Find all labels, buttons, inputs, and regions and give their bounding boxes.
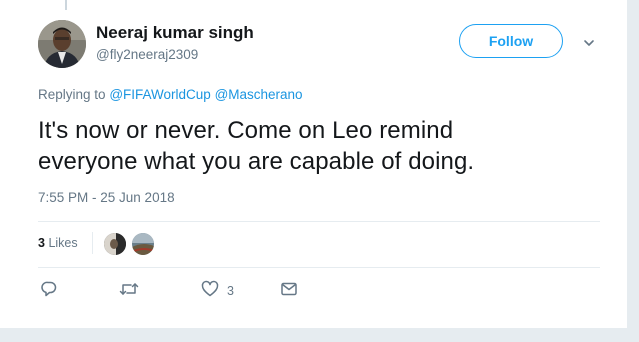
user-handle[interactable]: @fly2neeraj2309 <box>96 47 198 62</box>
like-action[interactable]: 3 <box>201 280 234 303</box>
retweet-icon[interactable] <box>119 280 139 303</box>
liker-avatar[interactable] <box>103 232 127 256</box>
follow-button[interactable]: Follow <box>459 24 563 58</box>
tweet-timestamp[interactable]: 7:55 PM - 25 Jun 2018 <box>38 190 175 205</box>
likes-count: 3 <box>38 236 45 250</box>
avatar[interactable] <box>38 20 86 68</box>
mention-link-mascherano[interactable]: @Mascherano <box>215 87 303 102</box>
user-display-name[interactable]: Neeraj kumar singh <box>96 23 254 43</box>
divider <box>38 221 600 222</box>
mention-link-fifaworldcup[interactable]: @FIFAWorldCup <box>109 87 210 102</box>
tweet-card: Neeraj kumar singh @fly2neeraj2309 Follo… <box>0 0 628 328</box>
direct-message-icon[interactable] <box>280 280 298 303</box>
likes-label: Likes <box>48 236 78 250</box>
liker-avatar[interactable] <box>131 232 155 256</box>
like-icon[interactable] <box>201 280 219 303</box>
divider <box>92 232 93 254</box>
likes-stat[interactable]: 3 Likes <box>38 236 78 250</box>
like-count: 3 <box>227 284 234 298</box>
reply-context: Replying to @FIFAWorldCup @Mascherano <box>38 87 303 102</box>
tweet-text: It's now or never. Come on Leo remind ev… <box>38 115 598 177</box>
thread-connector <box>65 0 67 10</box>
reply-context-prefix: Replying to <box>38 87 106 102</box>
tweet-text-line: everyone what you are capable of doing. <box>38 148 475 175</box>
reply-action[interactable] <box>40 281 58 301</box>
reply-icon[interactable] <box>40 280 58 303</box>
divider <box>38 267 600 268</box>
retweet-action[interactable] <box>119 281 139 301</box>
direct-message-action[interactable] <box>280 281 298 301</box>
chevron-down-icon[interactable] <box>579 33 599 53</box>
tweet-text-line: It's now or never. Come on Leo remind <box>38 117 454 144</box>
